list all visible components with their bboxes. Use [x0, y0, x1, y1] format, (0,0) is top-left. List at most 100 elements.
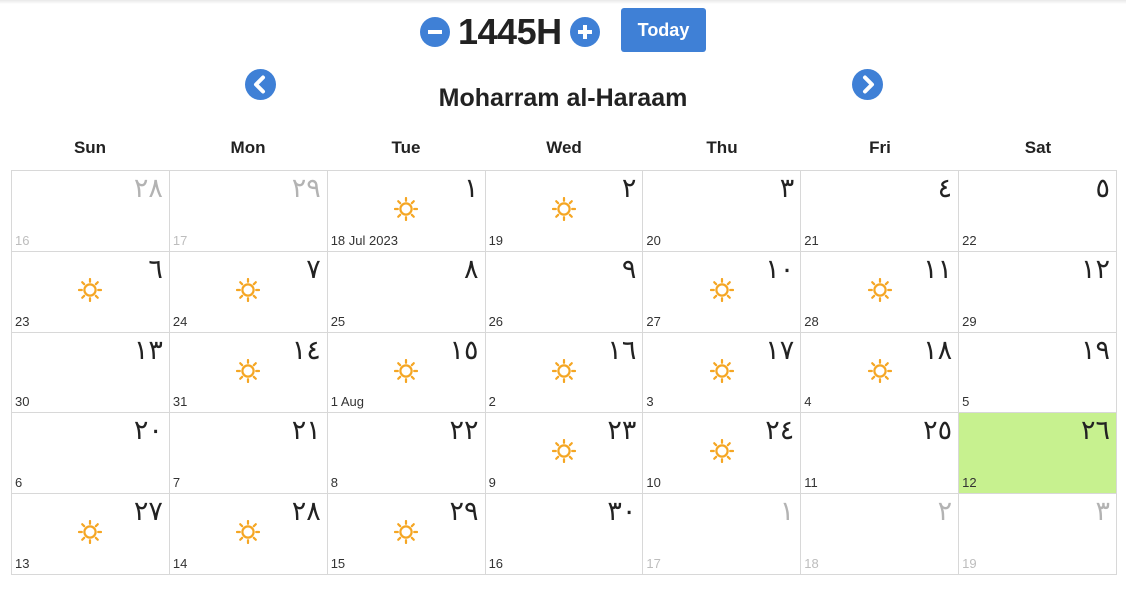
weekday-header-row: Sun Mon Tue Wed Thu Fri Sat [11, 138, 1117, 158]
sun-icon [78, 520, 103, 545]
next-year-button[interactable] [569, 17, 600, 47]
gregorian-date: 6 [15, 475, 23, 491]
hijri-date: ١٨ [923, 334, 953, 366]
day-cell[interactable]: ٢٨ 14 [169, 494, 328, 575]
sun-icon [709, 358, 734, 383]
hijri-date: ٥ [1095, 173, 1110, 204]
day-cell[interactable]: ٣ 20 [643, 171, 802, 252]
hijri-date: ٩ [621, 253, 637, 285]
day-cell[interactable]: ١ 18 Jul 2023 [327, 171, 486, 252]
sun-icon [394, 520, 419, 545]
day-cell-today[interactable]: ٢٦ 12 [959, 413, 1117, 495]
hijri-date: ٧ [306, 253, 321, 285]
day-cell[interactable]: ٢١ 7 [169, 413, 328, 495]
gregorian-date: 12 [962, 475, 977, 491]
sun-icon [394, 358, 419, 383]
day-cell[interactable]: ٩ 26 [485, 251, 644, 333]
weekday-fri: Fri [869, 138, 891, 157]
gregorian-date: 20 [646, 232, 661, 248]
hijri-date: ٢١ [291, 415, 321, 447]
gregorian-date: 30 [15, 394, 30, 410]
calendar-grid: ٢٨ 16 ٢٩ 17 ١ 18 Jul 2023 ٢ 19 ٣ 20 ٤ 21 ٥ 22 ٦ 23 ٧ 24 ٨ 2… [11, 170, 1117, 575]
day-cell[interactable]: ٥ 22 [959, 171, 1117, 252]
hijri-date: ٢٦ [1080, 415, 1110, 447]
sun-icon [867, 358, 892, 383]
gregorian-date: 14 [172, 556, 188, 571]
day-cell[interactable]: ١٦ 2 [485, 332, 644, 414]
day-cell-other-month[interactable]: ٣ 19 [959, 494, 1117, 575]
day-cell[interactable]: ١٧ 3 [643, 332, 802, 414]
sun-icon [394, 197, 419, 221]
plus-circle-icon [577, 25, 592, 39]
sun-icon [236, 358, 261, 383]
day-cell[interactable]: ٢٧ 13 [12, 494, 170, 575]
sun-icon [709, 277, 734, 302]
day-cell[interactable]: ٢٣ 9 [485, 413, 644, 495]
day-cell[interactable]: ٣٠ 16 [485, 494, 644, 575]
day-cell[interactable]: ١٣ 30 [12, 332, 170, 414]
sun-icon [867, 277, 892, 302]
day-cell[interactable]: ٢٥ 11 [801, 413, 960, 495]
gregorian-date: 10 [646, 475, 661, 491]
hijri-date: ٣ [779, 173, 795, 204]
top-shadow [0, 0, 1126, 4]
day-cell-other-month[interactable]: ٢ 18 [801, 494, 960, 575]
day-cell[interactable]: ١٢ 29 [959, 251, 1117, 333]
hijri-date: ٢ [937, 496, 953, 528]
day-cell[interactable]: ٢٠ 6 [12, 413, 170, 495]
gregorian-date: 8 [330, 475, 338, 491]
day-cell[interactable]: ١١ 28 [801, 251, 960, 333]
day-cell[interactable]: ١٩ 5 [959, 332, 1117, 414]
sun-icon [551, 197, 576, 221]
day-cell[interactable]: ٤ 21 [801, 171, 960, 252]
today-button[interactable]: Today [621, 8, 706, 52]
day-cell[interactable]: ٨ 25 [327, 251, 486, 333]
day-cell[interactable]: ١٠ 27 [643, 251, 802, 333]
sun-icon [78, 277, 103, 302]
hijri-date: ١٧ [765, 334, 795, 366]
hijri-date: ١٠ [765, 253, 795, 285]
hijri-date: ٣ [1095, 496, 1110, 528]
gregorian-date: 16 [488, 556, 504, 571]
weekday-sun: Sun [73, 138, 107, 157]
weekday-tue: Tue [391, 138, 421, 157]
gregorian-date: 27 [646, 313, 661, 329]
day-cell-other-month[interactable]: ٢٩ 17 [169, 171, 328, 252]
sun-icon [551, 439, 576, 464]
hijri-date: ٢٢ [449, 415, 479, 447]
gregorian-date: 17 [646, 556, 661, 571]
weekday-thu: Thu [706, 138, 738, 157]
gregorian-date: 2 [488, 394, 496, 410]
day-cell[interactable]: ٦ 23 [12, 251, 170, 333]
day-cell[interactable]: ٢٢ 8 [327, 413, 486, 495]
sun-icon [236, 277, 261, 302]
gregorian-date: 28 [804, 313, 819, 329]
gregorian-date: 24 [172, 313, 188, 329]
sun-icon [709, 439, 734, 464]
year-selector: 1445H [420, 10, 600, 54]
hijri-date: ١٦ [607, 334, 637, 366]
gregorian-date: 25 [330, 313, 346, 329]
hijri-date: ٢٨ [133, 173, 163, 204]
day-cell-other-month[interactable]: ١ 17 [643, 494, 802, 575]
weekday-wed: Wed [546, 138, 582, 157]
minus-circle-icon [428, 30, 442, 34]
day-cell[interactable]: ١٤ 31 [169, 332, 328, 414]
weekday-sat: Sat [1024, 138, 1052, 157]
day-cell[interactable]: ١٨ 4 [801, 332, 960, 414]
gregorian-date: 18 Jul 2023 [330, 232, 398, 248]
gregorian-date: 18 [804, 556, 819, 571]
day-cell[interactable]: ١٥ 1 Aug [327, 332, 486, 414]
day-cell[interactable]: ٢٤ 10 [643, 413, 802, 495]
hijri-date: ١ [464, 173, 479, 204]
day-cell-other-month[interactable]: ٢٨ 16 [12, 171, 170, 252]
previous-year-button[interactable] [420, 17, 450, 47]
month-title: Moharram al-Haraam [438, 84, 688, 112]
hijri-date: ٤ [937, 173, 953, 204]
hijri-date: ٨ [464, 253, 479, 285]
gregorian-date: 13 [15, 556, 30, 571]
day-cell[interactable]: ٧ 24 [169, 251, 328, 333]
day-cell[interactable]: ٢٩ 15 [327, 494, 486, 575]
sun-icon [236, 520, 261, 545]
day-cell[interactable]: ٢ 19 [485, 171, 644, 252]
